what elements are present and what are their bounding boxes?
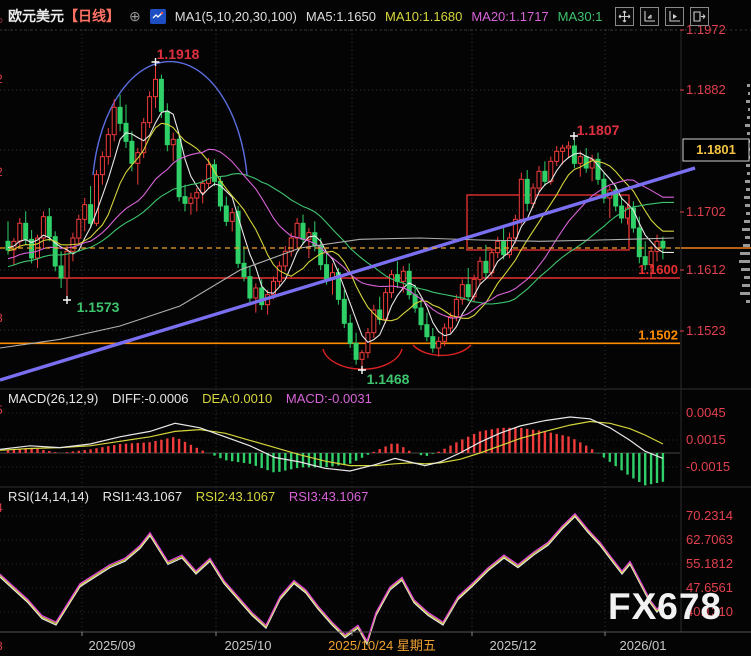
svg-text:1.1882: 1.1882 (686, 82, 726, 97)
svg-text:55.1812: 55.1812 (686, 556, 733, 571)
macd-diff-value: DIFF:-0.0006 (112, 391, 189, 406)
rsi-panel-header: RSI(14,14,14) RSI1:43.1067 RSI2:43.1067 … (8, 489, 378, 504)
svg-text:2026/01: 2026/01 (620, 638, 667, 653)
chart-tool-buttons (615, 7, 709, 26)
macd-name: MACD(26,12,9) (8, 391, 98, 406)
svg-text:○: ○ (0, 13, 3, 27)
svg-text:1.1573: 1.1573 (77, 299, 120, 315)
ma30-line (8, 174, 674, 304)
rsi2-value: RSI2:43.1067 (196, 489, 276, 504)
bottom-arc-annotation (413, 345, 471, 355)
svg-text:4: 4 (0, 501, 3, 515)
ma10-value: MA10:1.1680 (385, 9, 462, 24)
svg-text:2025/10: 2025/10 (225, 638, 272, 653)
rsi1-value: RSI1:43.1067 (103, 489, 183, 504)
ma5-value: MA5:1.1650 (306, 9, 376, 24)
analyst-drawings: 1.16001.1502 (0, 62, 680, 370)
symbol-title: 欧元美元 (8, 8, 64, 24)
svg-text:1.1612: 1.1612 (686, 262, 726, 277)
svg-text:2025/12: 2025/12 (490, 638, 537, 653)
svg-text:0.0015: 0.0015 (686, 432, 726, 447)
crosshair-mark (63, 296, 71, 304)
svg-text:1.1807: 1.1807 (577, 122, 620, 138)
detach-window-icon[interactable] (690, 7, 709, 26)
macd-panel-header: MACD(26,12,9) DIFF:-0.0006 DEA:0.0010 MA… (8, 391, 382, 406)
svg-text:0.0045: 0.0045 (686, 405, 726, 420)
price-axis: 1.19721.18821.17021.16121.15231.1801 (680, 22, 749, 338)
svg-text:1.1702: 1.1702 (686, 204, 726, 219)
svg-text:1.1801: 1.1801 (696, 142, 736, 157)
svg-text:1.1523: 1.1523 (686, 323, 726, 338)
svg-text:2: 2 (0, 72, 3, 86)
date-axis: 2025/09 2025/10 2025/10/24 星期五 2025/12 2026/… (0, 632, 751, 653)
candlesticks (6, 66, 665, 366)
left-edge-fragments: ○ 2 2 8 5 4 8 (0, 13, 3, 653)
rsi-line (0, 514, 663, 642)
axis-zoom-in-icon[interactable] (640, 7, 659, 26)
svg-text:70.2314: 70.2314 (686, 508, 733, 523)
add-indicator-icon[interactable]: ⊕ (129, 8, 141, 25)
macd-panel: 0.0045 0.0015 -0.0015 (0, 405, 730, 485)
axis-zoom-out-icon[interactable] (665, 7, 684, 26)
svg-text:2025/10/24 星期五: 2025/10/24 星期五 (328, 638, 436, 653)
crosshair-mark (358, 366, 366, 374)
rsi3-value: RSI3:43.1067 (289, 489, 369, 504)
svg-text:2: 2 (0, 165, 3, 179)
svg-text:-0.0015: -0.0015 (686, 459, 730, 474)
svg-text:62.7063: 62.7063 (686, 532, 733, 547)
svg-text:2025/09: 2025/09 (89, 638, 136, 653)
indicator-chart-icon[interactable] (150, 9, 166, 24)
macd-dea-value: DEA:0.0010 (202, 391, 272, 406)
svg-text:1.1468: 1.1468 (367, 371, 410, 387)
rsi-name: RSI(14,14,14) (8, 489, 89, 504)
ma20-line (8, 149, 674, 318)
svg-text:1.1918: 1.1918 (157, 46, 200, 62)
period-tag: 【日线】 (64, 8, 120, 24)
svg-text:5: 5 (0, 403, 3, 417)
trading-app-window: 1.16001.15021.19181.15731.18071.14681.19… (0, 0, 751, 656)
svg-text:8: 8 (0, 311, 3, 325)
rsi-line (0, 515, 663, 643)
volume-profile (739, 84, 750, 303)
svg-text:1.1502: 1.1502 (638, 327, 678, 342)
pan-crosshair-icon[interactable] (615, 7, 634, 26)
rsi-line (0, 517, 663, 645)
ma-settings-label: MA1(5,10,20,30,100) (175, 9, 297, 24)
chart-canvas[interactable]: 1.16001.15021.19181.15731.18071.14681.19… (0, 0, 751, 656)
fx678-watermark: FX678 (608, 586, 722, 628)
ma20-value: MA20:1.1717 (471, 9, 548, 24)
toolbar: 欧元美元【日线】 ⊕ MA1(5,10,20,30,100) MA5:1.165… (8, 5, 602, 27)
trendline-annotation (0, 168, 695, 380)
macd-macd-value: MACD:-0.0031 (286, 391, 372, 406)
ma30-value: MA30:1 (558, 9, 603, 24)
svg-text:8: 8 (0, 639, 3, 653)
